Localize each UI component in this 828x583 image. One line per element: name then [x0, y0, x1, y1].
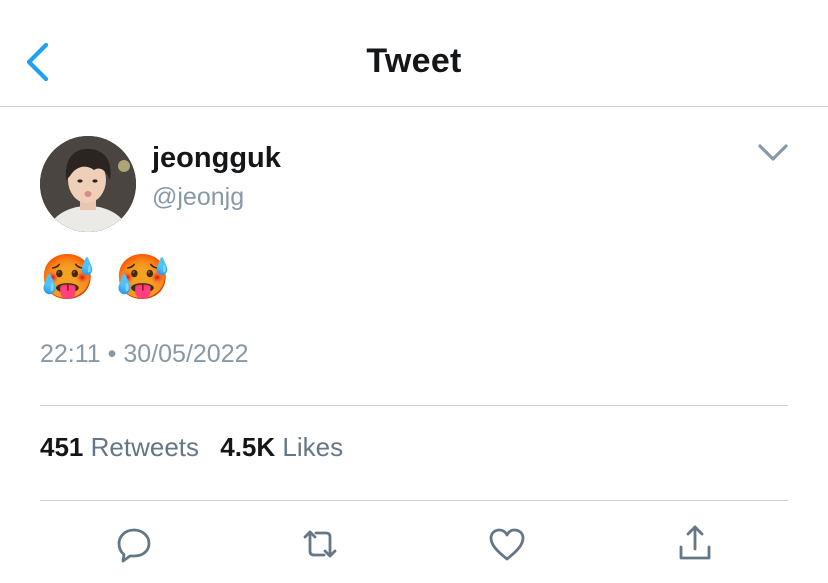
author-name[interactable]: jeongguk — [152, 142, 281, 175]
retweets-label: Retweets — [90, 432, 200, 462]
divider — [40, 500, 788, 501]
retweet-button[interactable] — [300, 524, 340, 564]
retweet-icon — [303, 530, 337, 558]
reply-button[interactable] — [114, 524, 154, 564]
author-handle[interactable]: @jeonjg — [152, 183, 244, 212]
tweet-timestamp: 22:11 • 30/05/2022 — [40, 340, 249, 369]
retweets-stat[interactable]: 451 Retweets — [40, 432, 199, 463]
tweet-options-button[interactable] — [756, 140, 790, 166]
retweets-count: 451 — [40, 432, 84, 462]
likes-label: Likes — [282, 432, 344, 462]
avatar[interactable] — [40, 136, 136, 232]
avatar-image — [40, 136, 136, 232]
tweet-text: 🥵 🥵 — [40, 253, 174, 302]
tweet-date: 30/05/2022 — [123, 340, 249, 368]
timestamp-separator: • — [107, 340, 117, 368]
reply-icon — [117, 528, 151, 563]
share-button[interactable] — [675, 524, 715, 564]
engagement-stats: 451 Retweets 4.5K Likes — [40, 432, 343, 463]
page-title: Tweet — [366, 42, 462, 80]
heart-icon — [489, 528, 525, 561]
top-nav-bar: Tweet — [0, 0, 828, 107]
likes-stat[interactable]: 4.5K Likes — [220, 432, 343, 463]
divider — [40, 405, 788, 406]
tweet-time: 22:11 — [40, 340, 101, 368]
chevron-down-icon — [758, 144, 788, 161]
like-button[interactable] — [487, 524, 527, 564]
likes-count: 4.5K — [220, 432, 276, 462]
share-icon — [679, 525, 711, 560]
